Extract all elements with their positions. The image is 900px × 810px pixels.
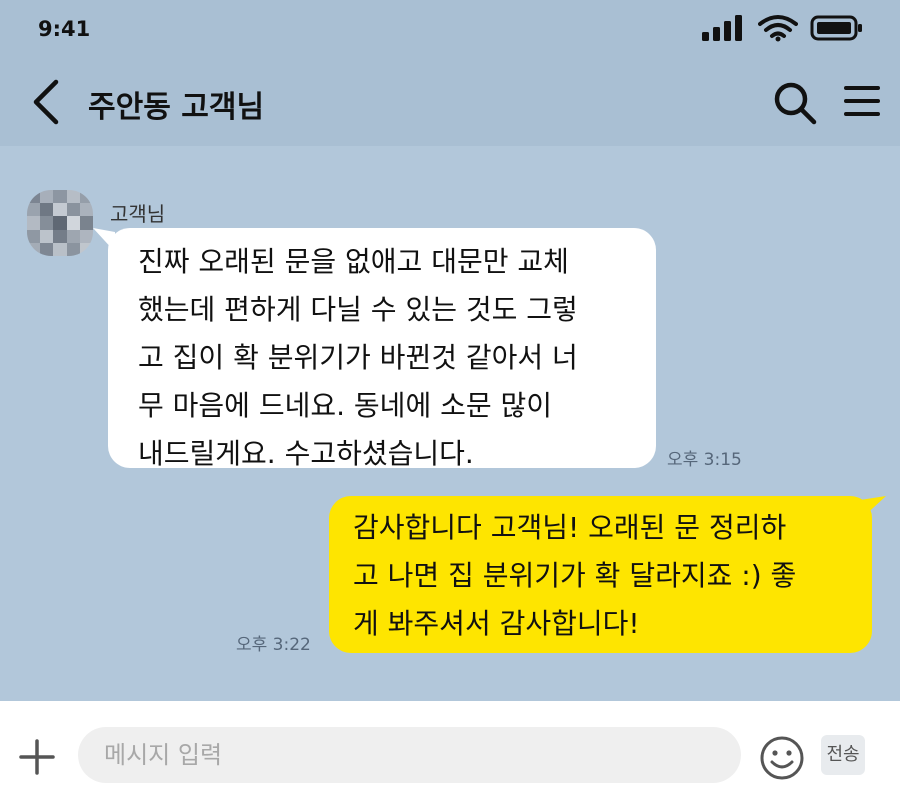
sender-name: 고객님	[110, 202, 166, 226]
incoming-message-bubble[interactable]: 진짜 오래된 문을 없애고 대문만 교체 했는데 편하게 다닐 수 있는 것도 …	[108, 228, 656, 470]
avatar[interactable]	[27, 190, 93, 256]
outgoing-message-text: 감사합니다 고객님! 오래된 문 정리하 고 나면 집 분위기가 확 달라지죠 …	[353, 511, 797, 640]
emoji-button[interactable]	[758, 734, 806, 782]
message-time: 오후 3:22	[236, 635, 311, 655]
chat-title: 주안동 고객님	[88, 90, 265, 125]
chat-header: 주안동 고객님	[0, 58, 900, 146]
menu-button[interactable]	[842, 82, 882, 122]
send-button[interactable]: 전송	[821, 735, 865, 775]
status-icons	[700, 14, 864, 42]
battery-icon	[810, 15, 862, 41]
back-button[interactable]	[26, 78, 70, 126]
signal-icon	[702, 15, 742, 41]
status-bar: 9:41	[0, 0, 900, 58]
outgoing-message-bubble[interactable]: 감사합니다 고객님! 오래된 문 정리하 고 나면 집 분위기가 확 달라지죠 …	[329, 496, 872, 653]
plus-icon	[19, 739, 55, 775]
smiley-icon	[760, 736, 804, 780]
message-time: 오후 3:15	[667, 450, 742, 470]
input-bar: 전송	[0, 701, 900, 810]
status-time: 9:41	[38, 17, 91, 41]
wifi-icon	[758, 15, 798, 42]
chat-area[interactable]: 고객님 진짜 오래된 문을 없애고 대문만 교체 했는데 편하게 다닐 수 있는…	[0, 146, 900, 701]
search-button[interactable]	[772, 80, 818, 126]
attach-button[interactable]	[18, 738, 56, 776]
incoming-message-text: 진짜 오래된 문을 없애고 대문만 교체 했는데 편하게 다닐 수 있는 것도 …	[138, 245, 578, 470]
hamburger-menu-icon	[844, 86, 880, 116]
search-icon	[774, 82, 817, 125]
chevron-left-icon	[33, 79, 59, 125]
message-input[interactable]	[78, 727, 741, 783]
